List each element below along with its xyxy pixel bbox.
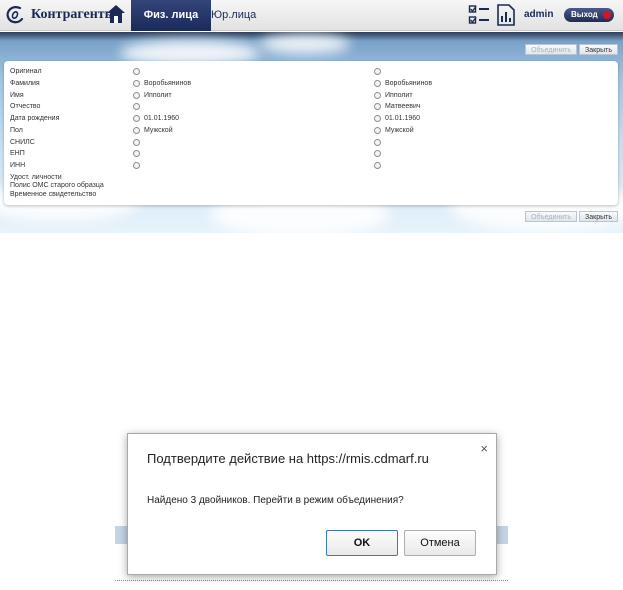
record1-lastname-value: Воробьянинов: [144, 80, 192, 87]
top-header: Контрагенты Физ. лица Юр.лица admin Выхо…: [0, 0, 623, 31]
record1-lastname-radio[interactable]: [133, 80, 140, 87]
toolbar-top: Объединить Закрыть: [523, 44, 618, 55]
record1-gender-value: Мужской: [144, 127, 173, 134]
record1-enp-radio[interactable]: [133, 150, 140, 157]
field-label: ЕНП: [10, 150, 25, 157]
logo-icon: [6, 6, 24, 24]
report-icon[interactable]: [496, 4, 516, 26]
record1-inn-radio[interactable]: [133, 162, 140, 169]
record2-gender-radio[interactable]: [374, 127, 381, 134]
record2-enp-radio[interactable]: [374, 150, 381, 157]
app-logo[interactable]: Контрагенты: [5, 4, 116, 26]
record1-firstname-radio[interactable]: [133, 92, 140, 99]
logout-label: Выход: [571, 10, 598, 19]
background-strip: [496, 526, 508, 544]
record1-original-radio[interactable]: [133, 68, 140, 75]
tab-individuals[interactable]: Физ. лица: [131, 0, 211, 31]
dialog-title: Подтвердите действие на https://rmis.cdm…: [147, 451, 429, 466]
record2-birthdate-radio[interactable]: [374, 115, 381, 122]
field-label: Имя: [10, 92, 24, 99]
record2-lastname-radio[interactable]: [374, 80, 381, 87]
logout-button[interactable]: Выход: [564, 8, 614, 22]
record2-firstname-value: Ипполит: [385, 92, 413, 99]
record1-snils-radio[interactable]: [133, 139, 140, 146]
field-label: СНИЛС: [10, 139, 35, 146]
checklist-icon[interactable]: [468, 4, 490, 26]
toolbar-bottom: Объединить Закрыть: [523, 211, 618, 222]
tab-legal-entities[interactable]: Юр.лица: [211, 0, 256, 31]
field-label: Отчество: [10, 103, 41, 110]
record1-birthdate-value: 01.01.1960: [144, 115, 180, 122]
merge-button-bottom[interactable]: Объединить: [525, 211, 578, 222]
merge-panel: Оригинал Фамилия Имя Отчество Дата рожде…: [4, 61, 618, 205]
record1-firstname-value: Ипполит: [144, 92, 172, 99]
page: Контрагенты Физ. лица Юр.лица admin Выхо…: [0, 0, 623, 590]
field-label: Временное свидетельство: [10, 191, 97, 198]
record1-gender-radio[interactable]: [133, 127, 140, 134]
record2-lastname-value: Воробьянинов: [385, 80, 433, 87]
field-label: Дата рождения: [10, 115, 60, 122]
home-icon[interactable]: [106, 4, 126, 24]
current-user: admin: [524, 9, 554, 20]
record2-snils-radio[interactable]: [374, 139, 381, 146]
dialog-message: Найдено 3 двойников. Перейти в режим объ…: [147, 495, 404, 506]
field-label: ИНН: [10, 162, 26, 169]
record1-birthdate-radio[interactable]: [133, 115, 140, 122]
record2-original-radio[interactable]: [374, 68, 381, 75]
record1-patronymic-radio[interactable]: [133, 103, 140, 110]
record2-firstname-radio[interactable]: [374, 92, 381, 99]
field-label: Пол: [10, 127, 23, 134]
ok-button[interactable]: OK: [326, 530, 398, 556]
logout-dot-icon: [603, 11, 611, 19]
close-button-top[interactable]: Закрыть: [579, 44, 618, 55]
app-title: Контрагенты: [31, 7, 116, 22]
field-label: Фамилия: [10, 80, 40, 87]
close-button-bottom[interactable]: Закрыть: [579, 211, 618, 222]
field-label: Полис ОМС старого образца: [10, 182, 104, 189]
field-label: Оригинал: [10, 68, 42, 75]
cancel-button[interactable]: Отмена: [404, 530, 476, 556]
record2-patronymic-value: Матвеевич: [385, 103, 421, 110]
record2-patronymic-radio[interactable]: [374, 103, 381, 110]
record2-inn-radio[interactable]: [374, 162, 381, 169]
field-label: Удост. личности: [10, 174, 62, 181]
merge-button-top[interactable]: Объединить: [525, 44, 578, 55]
close-icon[interactable]: ×: [480, 441, 488, 456]
confirm-dialog: Подтвердите действие на https://rmis.cdm…: [127, 433, 497, 575]
cloud: [260, 34, 350, 54]
record2-gender-value: Мужской: [385, 127, 414, 134]
record2-birthdate-value: 01.01.1960: [385, 115, 421, 122]
background-divider: [115, 580, 508, 581]
